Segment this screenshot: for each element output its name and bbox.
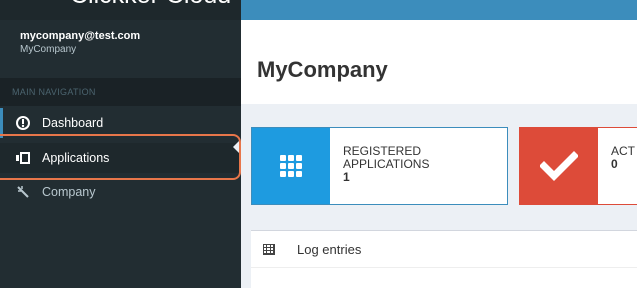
sidebar-item-label: Dashboard <box>42 116 104 130</box>
user-company: MyCompany <box>20 44 77 55</box>
sidebar: Clickker Cloud mycompany@test.com MyComp… <box>0 0 241 288</box>
info-box-value: 0 <box>611 157 618 171</box>
grid-icon <box>252 128 330 204</box>
sidebar-item-dashboard[interactable]: Dashboard <box>0 108 241 138</box>
info-box-active[interactable]: ACT 0 <box>519 127 637 205</box>
sidebar-item-label: Company <box>42 185 96 199</box>
sidebar-item-company[interactable]: Company <box>0 177 241 207</box>
active-indicator <box>0 108 3 138</box>
content-header: MyCompany <box>241 20 637 104</box>
log-entries-title: Log entries <box>297 241 362 257</box>
info-box-text: ACT 0 <box>598 128 635 204</box>
user-panel: mycompany@test.com MyCompany <box>0 20 241 78</box>
main-content: MyCompany REGISTERED APPLICATIONS 1 ACT … <box>241 20 637 288</box>
info-box-value: 1 <box>343 170 350 184</box>
info-box-label-line2: APPLICATIONS <box>343 157 430 171</box>
sidebar-item-applications[interactable]: Applications <box>0 141 241 173</box>
info-box-registered-applications[interactable]: REGISTERED APPLICATIONS 1 <box>251 127 508 205</box>
dashboard-icon <box>16 116 30 130</box>
top-navbar <box>241 0 637 20</box>
log-entries-box: Log entries <box>251 230 637 288</box>
wand-icon <box>16 185 30 199</box>
table-icon <box>263 243 275 255</box>
user-email: mycompany@test.com <box>20 30 141 42</box>
active-caret-icon <box>233 141 239 153</box>
page-title: MyCompany <box>257 57 388 82</box>
brand-logo[interactable]: Clickker Cloud <box>70 0 231 10</box>
log-entries-header: Log entries <box>251 231 637 268</box>
sidebar-brand-bar: Clickker Cloud <box>0 0 241 20</box>
sidebar-item-label: Applications <box>42 151 110 165</box>
info-box-text: REGISTERED APPLICATIONS 1 <box>330 128 429 204</box>
check-icon <box>520 128 598 204</box>
applications-icon <box>16 151 30 165</box>
nav-header: MAIN NAVIGATION <box>0 78 241 106</box>
